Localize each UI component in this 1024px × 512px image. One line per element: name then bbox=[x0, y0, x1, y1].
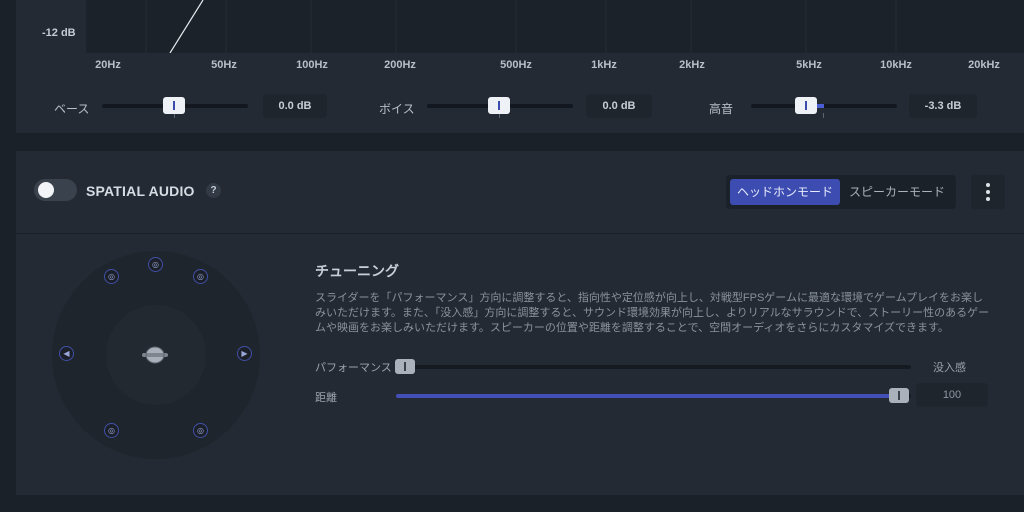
freq-label: 100Hz bbox=[296, 59, 328, 71]
eq-curve bbox=[145, 0, 897, 53]
bass-slider-handle[interactable] bbox=[163, 97, 185, 114]
spatial-audio-panel: SPATIAL AUDIO ? ヘッドホンモード スピーカーモード ◎ ◎ ◎ … bbox=[16, 151, 1024, 495]
distance-label: 距離 bbox=[315, 392, 337, 404]
freq-label: 20kHz bbox=[968, 59, 1000, 71]
speaker-rear-right-icon[interactable]: ◎ bbox=[193, 423, 208, 438]
freq-label: 500Hz bbox=[500, 59, 532, 71]
treble-slider-handle[interactable] bbox=[795, 97, 817, 114]
mode-switch: ヘッドホンモード スピーカーモード bbox=[726, 175, 956, 209]
headphone-mode-button[interactable]: ヘッドホンモード bbox=[730, 179, 840, 205]
speaker-front-left-icon[interactable]: ◎ bbox=[104, 269, 119, 284]
tuning-description: スライダーを「パフォーマンス」方向に調整すると、指向性や定位感が向上し、対戦型F… bbox=[315, 292, 990, 334]
freq-label: 20Hz bbox=[95, 59, 121, 71]
speaker-side-right-icon[interactable]: ▶ bbox=[237, 346, 252, 361]
immersion-slider-handle[interactable] bbox=[395, 359, 415, 374]
divider bbox=[16, 233, 1024, 234]
voice-slider-handle[interactable] bbox=[488, 97, 510, 114]
treble-center-tick bbox=[823, 113, 824, 118]
treble-value[interactable]: -3.3 dB bbox=[909, 94, 977, 118]
eq-curve-line bbox=[169, 0, 204, 53]
treble-slider-fill bbox=[817, 104, 824, 108]
speaker-rear-left-icon[interactable]: ◎ bbox=[104, 423, 119, 438]
treble-label: 高音 bbox=[709, 102, 734, 116]
db-axis-label: -12 dB bbox=[42, 27, 76, 39]
distance-value[interactable]: 100 bbox=[916, 383, 988, 407]
eq-panel: -12 dB 20Hz 50Hz 100Hz 200Hz 500Hz 1kHz … bbox=[16, 0, 1024, 133]
eq-curve-graph[interactable] bbox=[86, 0, 1024, 53]
freq-label: 200Hz bbox=[384, 59, 416, 71]
speaker-placement-stage[interactable]: ◎ ◎ ◎ ◀ ▶ ◎ ◎ bbox=[52, 251, 260, 459]
freq-label: 50Hz bbox=[211, 59, 237, 71]
speaker-mode-button[interactable]: スピーカーモード bbox=[842, 179, 952, 205]
immersion-label: 没入感 bbox=[933, 362, 966, 374]
more-options-icon[interactable] bbox=[971, 175, 1005, 209]
listener-head-icon bbox=[142, 346, 168, 364]
spatial-audio-toggle[interactable] bbox=[34, 179, 77, 201]
freq-label: 10kHz bbox=[880, 59, 912, 71]
voice-value[interactable]: 0.0 dB bbox=[586, 94, 652, 118]
spatial-audio-title: SPATIAL AUDIO bbox=[86, 183, 195, 199]
speaker-side-left-icon[interactable]: ◀ bbox=[59, 346, 74, 361]
immersion-slider-track[interactable] bbox=[396, 365, 911, 369]
help-icon[interactable]: ? bbox=[206, 183, 221, 198]
voice-label: ボイス bbox=[379, 102, 415, 116]
bass-value[interactable]: 0.0 dB bbox=[263, 94, 327, 118]
distance-slider-fill bbox=[396, 394, 901, 398]
tuning-title: チューニング bbox=[315, 263, 399, 279]
performance-label: パフォーマンス bbox=[315, 362, 392, 374]
freq-label: 2kHz bbox=[679, 59, 705, 71]
freq-label: 5kHz bbox=[796, 59, 822, 71]
toggle-knob bbox=[38, 182, 54, 198]
speaker-center-icon[interactable]: ◎ bbox=[148, 257, 163, 272]
distance-slider-handle[interactable] bbox=[889, 388, 909, 403]
bass-label: ベース bbox=[54, 102, 90, 116]
treble-slider-track[interactable] bbox=[751, 104, 897, 108]
freq-label: 1kHz bbox=[591, 59, 617, 71]
speaker-front-right-icon[interactable]: ◎ bbox=[193, 269, 208, 284]
